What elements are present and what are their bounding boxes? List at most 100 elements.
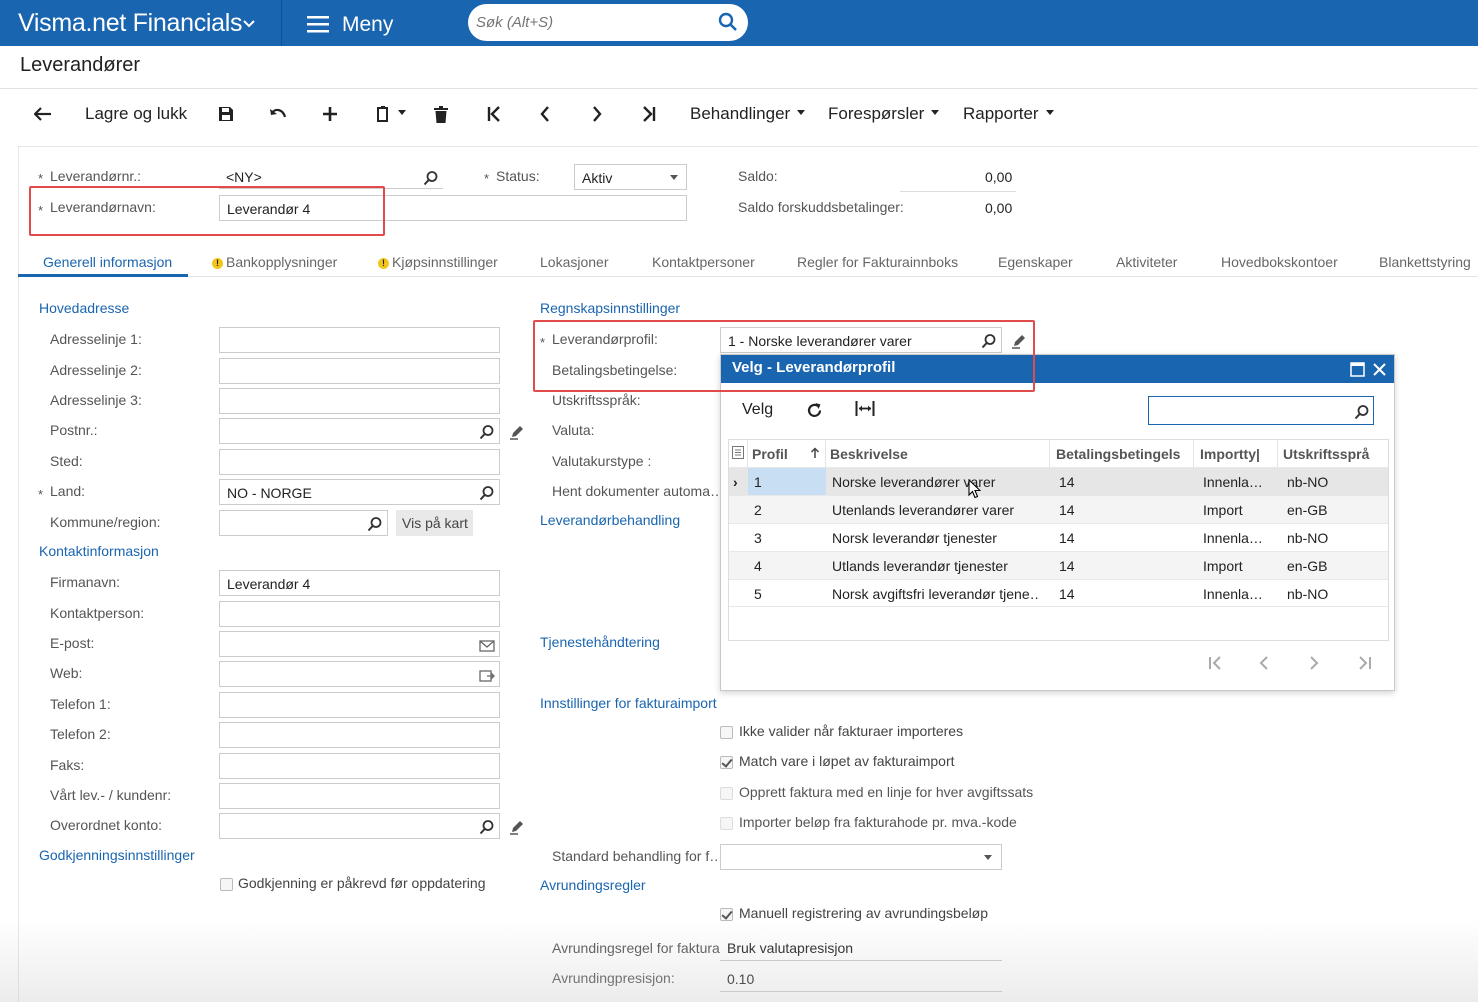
line-per-vat-checkbox[interactable] [720,787,733,800]
section-accounting-settings[interactable]: Regnskapsinnstillinger [540,300,680,316]
table-row[interactable]: 3 Norsk leverandør tjenester 14 Innenla…… [729,523,1388,551]
phone2-label: Telefon 2: [50,726,111,742]
section-main-address[interactable]: Hovedadresse [39,300,129,316]
reports-menu[interactable]: Rapporter [963,104,1054,124]
web-field[interactable] [219,661,500,687]
tab-general-info[interactable]: Generell informasjon [43,254,172,270]
view-map-button[interactable]: Vis på kart [396,510,473,536]
parent-account-field[interactable] [219,813,500,839]
table-row[interactable]: 5 Norsk avgiftsfri leverandør tjene… 14 … [729,579,1388,607]
add-button[interactable] [317,98,343,130]
tab-bank-info[interactable]: ! Bankopplysninger [212,254,337,270]
section-service-handling[interactable]: Tjenestehåndtering [540,634,660,650]
search-icon[interactable] [367,516,383,532]
section-invoice-import[interactable]: Innstillinger for fakturaimport [540,695,717,711]
standard-handling-select[interactable] [720,844,1002,870]
fit-columns-icon[interactable] [855,400,875,417]
global-search-input[interactable] [476,11,706,33]
search-icon[interactable] [479,819,495,835]
search-icon[interactable] [479,485,495,501]
pencil-icon[interactable] [509,424,525,440]
close-icon[interactable] [1372,362,1387,377]
undo-button[interactable] [265,98,291,130]
delete-button[interactable] [428,98,454,130]
table-row[interactable]: 2 Utenlands leverandører varer 14 Import… [729,495,1388,523]
next-page-icon[interactable] [1306,655,1322,671]
manual-rounding-checkbox[interactable] [720,908,733,921]
first-record-button[interactable] [481,98,507,130]
email-field[interactable] [219,631,500,657]
match-item-checkbox[interactable] [720,756,733,769]
external-link-icon[interactable] [479,668,495,684]
tab-attributes[interactable]: Egenskaper [998,254,1073,270]
select-button[interactable]: Velg [742,401,773,419]
column-header-import-type[interactable]: Importty| [1194,440,1278,467]
search-icon[interactable] [479,424,495,440]
last-record-button[interactable] [636,98,662,130]
maximize-icon[interactable] [1350,362,1365,377]
tab-form-control[interactable]: Blankettstyring [1379,254,1471,270]
app-name[interactable]: Visma.net Financials [18,9,243,38]
search-icon[interactable] [423,170,439,186]
rounding-precision-field[interactable]: 0.10 [720,966,1002,992]
section-contact-info[interactable]: Kontaktinformasjon [39,543,159,559]
table-row[interactable]: 4 Utlands leverandør tjenester 14 Import… [729,551,1388,579]
search-icon[interactable] [1354,404,1370,420]
section-vendor-handling[interactable]: Leverandørbehandling [540,512,680,528]
rounding-rule-field[interactable]: Bruk valutapresisjon [720,935,1002,961]
table-row[interactable]: › 1 Norske leverandører varer 14 Innenla… [729,467,1388,495]
city-field[interactable] [219,449,500,475]
last-page-icon[interactable] [1357,655,1373,671]
company-field[interactable]: Leverandør 4 [219,570,500,596]
prev-page-icon[interactable] [1256,655,1272,671]
no-validate-checkbox[interactable] [720,726,733,739]
prev-record-button[interactable] [532,98,558,130]
our-number-field[interactable] [219,783,500,809]
tab-inbox-rules[interactable]: Regler for Fakturainnboks [797,254,958,270]
column-header-profile[interactable]: Profil [748,440,826,467]
dialog-search-field[interactable] [1148,396,1374,425]
column-header-print-language[interactable]: Utskriftssprå [1278,440,1388,467]
global-search[interactable] [468,4,748,41]
search-icon[interactable] [718,12,738,32]
address3-field[interactable] [219,388,500,414]
postal-field[interactable] [219,418,500,444]
grid-settings-icon[interactable] [729,440,748,467]
tab-activities[interactable]: Aktiviteter [1116,254,1177,270]
first-page-icon[interactable] [1207,655,1223,671]
chevron-down-icon[interactable] [242,16,256,30]
save-close-button[interactable]: Lagre og lukk [85,104,187,124]
tab-contacts[interactable]: Kontaktpersoner [652,254,755,270]
inquiries-menu[interactable]: Forespørsler [828,104,940,124]
phone2-field[interactable] [219,722,500,748]
vendor-profile-lookup-dialog[interactable]: Velg - Leverandørprofil Velg Profil Besk… [720,354,1395,691]
column-header-description[interactable]: Beskrivelse [826,440,1050,467]
next-record-button[interactable] [584,98,610,130]
approval-required-checkbox[interactable] [220,878,233,891]
column-header-payment-terms[interactable]: Betalingsbetingels [1050,440,1194,467]
section-approval-settings[interactable]: Godkjenningsinnstillinger [39,847,195,863]
section-rounding-rules[interactable]: Avrundingsregler [540,877,646,893]
address1-field[interactable] [219,327,500,353]
fax-field[interactable] [219,753,500,779]
address2-field[interactable] [219,358,500,384]
phone1-field[interactable] [219,692,500,718]
actions-menu-label: Behandlinger [690,104,791,123]
tab-purchase-settings[interactable]: ! Kjøpsinnstillinger [378,254,498,270]
actions-menu[interactable]: Behandlinger [690,104,806,124]
import-amount-checkbox[interactable] [720,817,733,830]
hamburger-icon[interactable] [307,15,329,33]
copy-paste-button[interactable] [370,98,410,130]
envelope-icon[interactable] [479,638,495,654]
tab-locations[interactable]: Lokasjoner [540,254,609,270]
refresh-icon[interactable] [806,402,823,419]
back-button[interactable] [30,98,56,130]
contact-person-field[interactable] [219,601,500,627]
menu-button[interactable]: Meny [342,13,393,37]
municipality-field[interactable] [219,510,388,536]
tab-gl-accounts[interactable]: Hovedbokskontoer [1221,254,1338,270]
save-button[interactable] [213,98,239,130]
pencil-icon[interactable] [509,819,525,835]
status-select[interactable]: Aktiv [574,164,687,190]
country-field[interactable]: NO - NORGE [219,479,500,505]
